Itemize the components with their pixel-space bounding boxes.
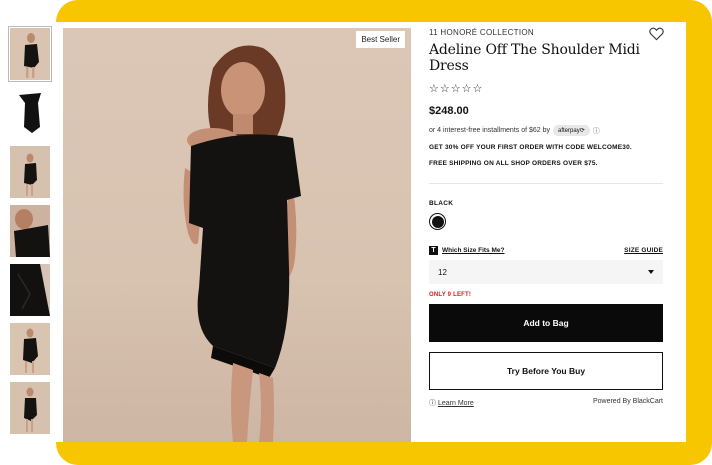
- product-info: 11 HONORÉ COLLECTION Adeline Off The Sho…: [429, 28, 663, 408]
- learn-more-label: Learn More: [438, 399, 474, 407]
- size-fit-label: Which Size Fits Me?: [442, 247, 505, 254]
- chevron-down-icon: [648, 270, 654, 274]
- size-guide-link[interactable]: SIZE GUIDE: [624, 247, 663, 254]
- size-select-value: 12: [438, 267, 447, 277]
- installments-text: or 4 interest-free installments of $62 b…: [429, 127, 551, 134]
- best-seller-badge: Best Seller: [356, 31, 405, 48]
- afterpay-logo[interactable]: afterpay⟳: [553, 125, 590, 136]
- true-fit-icon: T: [429, 246, 438, 255]
- thumbnail-2[interactable]: [10, 87, 50, 139]
- info-icon[interactable]: ⓘ: [593, 126, 600, 136]
- installments-row: or 4 interest-free installments of $62 b…: [429, 125, 663, 136]
- promo-free-shipping: FREE SHIPPING ON ALL SHOP ORDERS OVER $7…: [429, 160, 598, 167]
- thumbnail-6[interactable]: [10, 323, 50, 375]
- thumbnail-3[interactable]: [10, 146, 50, 198]
- powered-by-label: Powered By BlackCart: [592, 398, 663, 405]
- color-swatch-black[interactable]: [429, 213, 446, 230]
- brand-label[interactable]: 11 HONORÉ COLLECTION: [429, 28, 663, 37]
- thumbnail-5[interactable]: [10, 264, 50, 316]
- thumbnail-1[interactable]: [8, 26, 52, 82]
- stock-warning: ONLY 9 LEFT!: [429, 292, 472, 298]
- promo-first-order: GET 30% OFF YOUR FIRST ORDER WITH CODE W…: [429, 144, 632, 151]
- product-price: $248.00: [429, 105, 469, 117]
- model-illustration: [183, 45, 301, 442]
- learn-more-link[interactable]: ⓘ Learn More: [429, 398, 474, 408]
- blackcart-row: ⓘ Learn More Powered By BlackCart: [429, 398, 663, 408]
- info-icon: ⓘ: [429, 400, 436, 407]
- thumbnail-4[interactable]: [10, 205, 50, 257]
- rating-stars[interactable]: ☆☆☆☆☆: [429, 82, 663, 95]
- try-before-you-buy-button[interactable]: Try Before You Buy: [429, 352, 663, 390]
- add-to-bag-button[interactable]: Add to Bag: [429, 304, 663, 342]
- size-select[interactable]: 12: [429, 260, 663, 284]
- product-title: Adeline Off The Shoulder Midi Dress: [429, 42, 640, 74]
- thumbnail-7[interactable]: [10, 382, 50, 434]
- size-fit-link[interactable]: T Which Size Fits Me?: [429, 246, 504, 255]
- color-label: BLACK: [429, 200, 454, 207]
- size-row: T Which Size Fits Me? SIZE GUIDE: [429, 246, 663, 255]
- divider: [429, 183, 663, 184]
- main-product-image[interactable]: Best Seller: [63, 28, 411, 442]
- thumbnail-strip: [8, 26, 52, 441]
